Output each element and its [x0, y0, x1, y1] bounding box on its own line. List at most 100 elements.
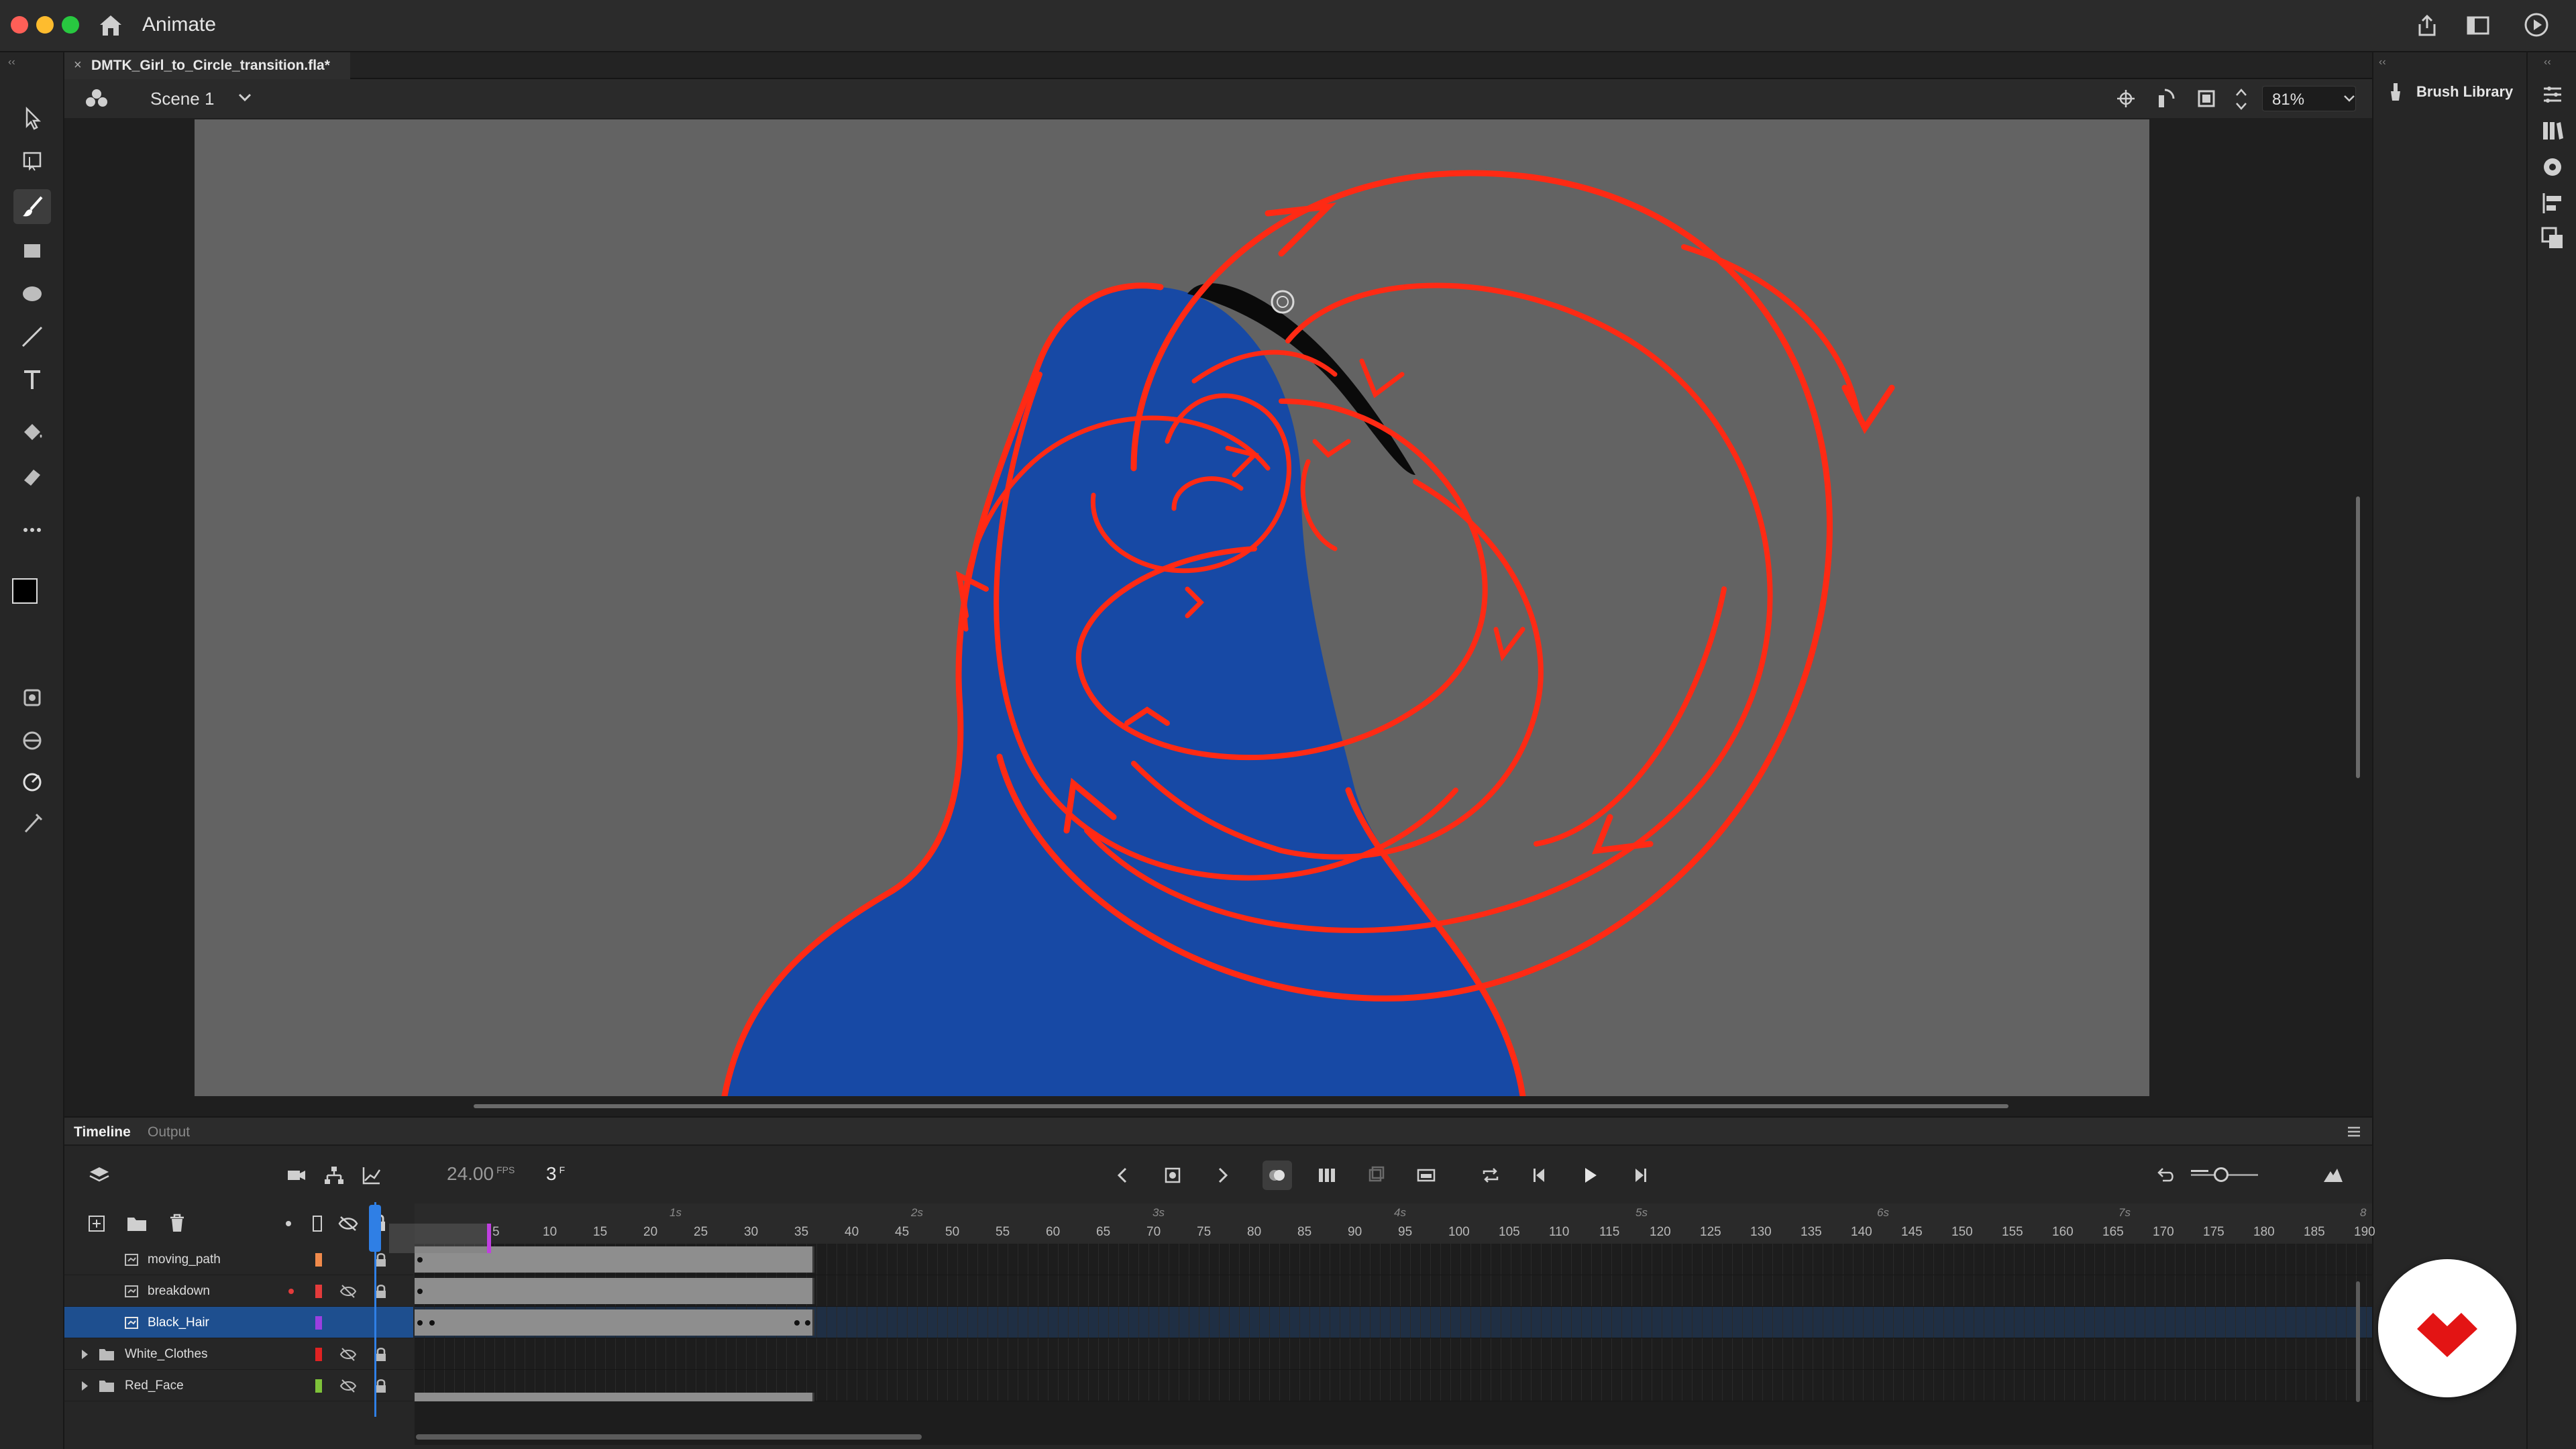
- onion-skin-range[interactable]: [389, 1224, 487, 1253]
- layers-icon[interactable]: [85, 1161, 114, 1190]
- close-window-button[interactable]: [11, 16, 28, 34]
- next-keyframe-icon[interactable]: [1208, 1161, 1237, 1190]
- frame-row[interactable]: [415, 1244, 2372, 1275]
- frame-row[interactable]: [415, 1370, 2372, 1401]
- frame-span[interactable]: [415, 1309, 814, 1336]
- free-transform-tool[interactable]: [13, 142, 51, 177]
- share-icon[interactable]: [2415, 13, 2439, 41]
- fit-timeline-icon[interactable]: [2318, 1161, 2348, 1190]
- panel-menu-icon[interactable]: [2345, 1123, 2363, 1144]
- frame-row[interactable]: [415, 1338, 2372, 1370]
- stabilizer-icon[interactable]: [13, 723, 51, 758]
- snap-icon[interactable]: [13, 680, 51, 715]
- close-tab-icon[interactable]: ×: [74, 58, 82, 73]
- brush-tool[interactable]: [13, 189, 51, 224]
- layer-color[interactable]: [315, 1285, 322, 1298]
- step-back-icon[interactable]: [1525, 1161, 1555, 1190]
- camera-icon[interactable]: [282, 1161, 311, 1190]
- stroke-color-swatch[interactable]: [12, 578, 38, 604]
- highlight-dot-icon[interactable]: [288, 1289, 294, 1294]
- playhead-handle[interactable]: [369, 1205, 381, 1252]
- zoom-out-icon[interactable]: [2191, 1170, 2208, 1172]
- minimize-window-button[interactable]: [36, 16, 54, 34]
- edit-multiple-frames-icon[interactable]: [1312, 1161, 1342, 1190]
- scene-name[interactable]: Scene 1: [150, 89, 214, 109]
- hide-all-icon[interactable]: [338, 1214, 358, 1236]
- brush-library-tab[interactable]: Brush Library: [2388, 82, 2513, 102]
- layer-color[interactable]: [315, 1253, 322, 1267]
- collapse-panel-icon[interactable]: ‹‹: [8, 56, 15, 68]
- tab-timeline[interactable]: Timeline: [74, 1124, 131, 1140]
- keyframe-dot[interactable]: [417, 1289, 423, 1294]
- current-frame-readout[interactable]: 3F: [546, 1163, 565, 1185]
- line-tool[interactable]: [13, 319, 51, 354]
- layer-color[interactable]: [315, 1316, 322, 1330]
- onion-skin-marker[interactable]: [487, 1224, 491, 1253]
- previous-keyframe-icon[interactable]: [1108, 1161, 1138, 1190]
- play-icon[interactable]: [1575, 1161, 1605, 1190]
- frame-span[interactable]: [415, 1393, 814, 1401]
- library-icon[interactable]: [2540, 118, 2565, 144]
- timeline-horizontal-scrollbar[interactable]: [416, 1434, 922, 1440]
- align-icon[interactable]: [2540, 191, 2565, 216]
- stage-vertical-scrollbar[interactable]: [2356, 496, 2360, 778]
- keyframe-dot[interactable]: [417, 1320, 423, 1326]
- tweening-icon[interactable]: [357, 1161, 386, 1190]
- zoom-stepper[interactable]: [2234, 86, 2249, 116]
- layer-row[interactable]: White_Clothes: [64, 1338, 413, 1370]
- properties-icon[interactable]: [2540, 82, 2565, 107]
- outline-layers-icon[interactable]: [313, 1216, 322, 1232]
- collapse-panel-icon[interactable]: ‹‹: [2379, 56, 2386, 68]
- fps-readout[interactable]: 24.00 FPS: [447, 1163, 515, 1185]
- rectangle-tool[interactable]: [13, 233, 51, 268]
- stage-horizontal-scrollbar[interactable]: [474, 1104, 2008, 1108]
- stage-canvas[interactable]: [195, 119, 2149, 1096]
- frame-row[interactable]: [415, 1275, 2372, 1307]
- more-tools-icon[interactable]: [13, 513, 51, 547]
- delete-layer-icon[interactable]: [168, 1213, 186, 1236]
- hidden-eye-icon[interactable]: [339, 1346, 357, 1362]
- step-forward-icon[interactable]: [1625, 1161, 1654, 1190]
- layer-color[interactable]: [315, 1379, 322, 1393]
- document-tab[interactable]: × DMTK_Girl_to_Circle_transition.fla*: [64, 52, 350, 79]
- expand-folder-icon[interactable]: [78, 1378, 94, 1394]
- layer-color[interactable]: [315, 1348, 322, 1361]
- frame-ruler[interactable]: [415, 1203, 2372, 1244]
- test-movie-icon[interactable]: [2524, 12, 2549, 41]
- hidden-eye-icon[interactable]: [339, 1378, 357, 1394]
- rotate-stage-icon[interactable]: [2153, 87, 2176, 113]
- create-classic-tween-icon[interactable]: [1411, 1161, 1441, 1190]
- clip-content-icon[interactable]: [2196, 89, 2216, 112]
- expand-folder-icon[interactable]: [78, 1346, 94, 1362]
- new-layer-icon[interactable]: [87, 1214, 106, 1236]
- oval-tool[interactable]: [13, 276, 51, 311]
- layer-row-selected[interactable]: Black_Hair: [64, 1307, 413, 1338]
- keyframe-dot[interactable]: [794, 1320, 800, 1326]
- expand-panels-icon[interactable]: ‹‹: [2544, 56, 2551, 68]
- pressure-icon[interactable]: [13, 765, 51, 800]
- layer-row[interactable]: breakdown: [64, 1275, 413, 1307]
- onion-skin-icon[interactable]: [1263, 1161, 1292, 1190]
- tilt-icon[interactable]: [13, 806, 51, 841]
- frames-grid[interactable]: [415, 1244, 2372, 1445]
- timeline-vertical-scrollbar[interactable]: [2356, 1281, 2360, 1402]
- eraser-tool[interactable]: [13, 459, 51, 494]
- chevron-down-icon[interactable]: [236, 89, 254, 109]
- frame-row[interactable]: [415, 1307, 2372, 1338]
- timeline-zoom-handle[interactable]: [2214, 1167, 2229, 1182]
- layer-row[interactable]: Red_Face: [64, 1370, 413, 1401]
- hidden-eye-icon[interactable]: [339, 1283, 357, 1299]
- loop-icon[interactable]: [1476, 1161, 1505, 1190]
- paint-bucket-tool[interactable]: [13, 416, 51, 451]
- keyframe-dot[interactable]: [429, 1320, 435, 1326]
- keyframe-dot[interactable]: [417, 1257, 423, 1263]
- align-stage-icon[interactable]: [2116, 89, 2136, 112]
- undo-icon[interactable]: [2151, 1161, 2180, 1190]
- workspace-icon[interactable]: [2466, 15, 2490, 40]
- center-frame-icon[interactable]: [1362, 1161, 1391, 1190]
- keyframe-dot[interactable]: [805, 1320, 810, 1326]
- home-icon[interactable]: [98, 13, 123, 41]
- frame-span[interactable]: [415, 1278, 814, 1304]
- edit-symbol-icon[interactable]: [85, 87, 109, 113]
- text-tool[interactable]: [13, 362, 51, 397]
